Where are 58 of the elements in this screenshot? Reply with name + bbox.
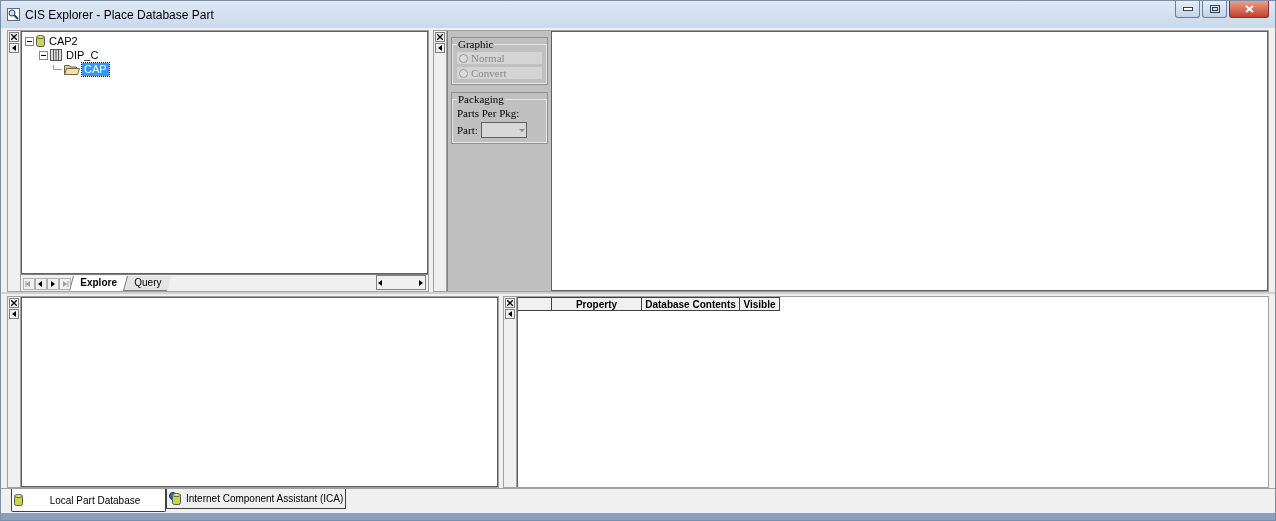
globe-database-icon <box>169 492 182 505</box>
left-triangle-icon <box>438 45 442 51</box>
tree-item[interactable]: CAP2 <box>47 34 80 48</box>
dropdown-arrow-icon <box>517 127 526 133</box>
magnifier-icon <box>7 8 20 21</box>
close-button[interactable] <box>1229 1 1269 18</box>
field-label: Part: <box>457 124 478 136</box>
left-triangle-icon <box>12 311 16 317</box>
left-triangle-icon <box>12 45 16 51</box>
close-icon <box>437 34 443 40</box>
radio-circle-icon <box>459 68 468 78</box>
left-triangle-icon <box>377 278 385 287</box>
close-pane-button[interactable] <box>435 32 445 42</box>
maximize-button[interactable] <box>1202 1 1227 18</box>
close-pane-button[interactable] <box>505 298 515 308</box>
horizontal-scrollbar[interactable] <box>376 275 426 290</box>
column-header[interactable]: Database Contents <box>642 297 740 311</box>
pin-pane-button[interactable] <box>505 309 515 319</box>
close-pane-button[interactable] <box>9 298 19 308</box>
collapse-icon[interactable] <box>39 50 48 60</box>
right-triangle-icon <box>61 280 69 288</box>
column-header[interactable]: Property <box>552 297 642 311</box>
left-triangle-icon <box>508 311 512 317</box>
close-pane-button[interactable] <box>9 32 19 42</box>
tab-scroll-left-button[interactable] <box>35 278 47 290</box>
minimize-button[interactable] <box>1175 1 1200 18</box>
field-label: Parts Per Pkg: <box>457 107 521 119</box>
tab[interactable]: Internet Component Assistant (ICA) <box>166 489 347 509</box>
tab-scroll-right-button[interactable] <box>47 278 59 290</box>
group-title: Graphic <box>457 38 495 50</box>
folder-icon <box>64 63 80 75</box>
maximize-icon <box>1209 5 1220 13</box>
database-icon <box>36 35 45 47</box>
group-title: Packaging <box>457 93 505 105</box>
part-dropdown[interactable] <box>480 122 527 138</box>
tree-item[interactable]: DIP_C <box>64 48 101 62</box>
pin-pane-button[interactable] <box>9 43 19 53</box>
left-triangle-icon <box>25 280 33 288</box>
left-triangle-icon <box>37 280 45 288</box>
close-icon <box>11 34 17 40</box>
database-icon <box>14 494 23 506</box>
pin-pane-button[interactable] <box>9 309 19 319</box>
close-icon <box>507 300 513 306</box>
tab[interactable]: Explore <box>69 276 127 291</box>
pin-pane-button[interactable] <box>435 43 445 53</box>
minimize-icon <box>1182 7 1193 11</box>
table-icon <box>50 49 62 61</box>
close-icon <box>1244 5 1254 13</box>
column-header[interactable] <box>518 297 552 311</box>
window-title: CIS Explorer - Place Database Part <box>25 7 214 22</box>
column-header[interactable]: Visible <box>740 297 780 311</box>
right-triangle-icon <box>417 278 425 287</box>
right-triangle-icon <box>49 280 57 288</box>
close-icon <box>11 300 17 306</box>
radio-circle-icon <box>459 53 468 63</box>
tab[interactable]: Local Part Database <box>11 489 166 512</box>
collapse-icon[interactable] <box>25 36 34 46</box>
tab[interactable]: Query <box>122 276 171 291</box>
